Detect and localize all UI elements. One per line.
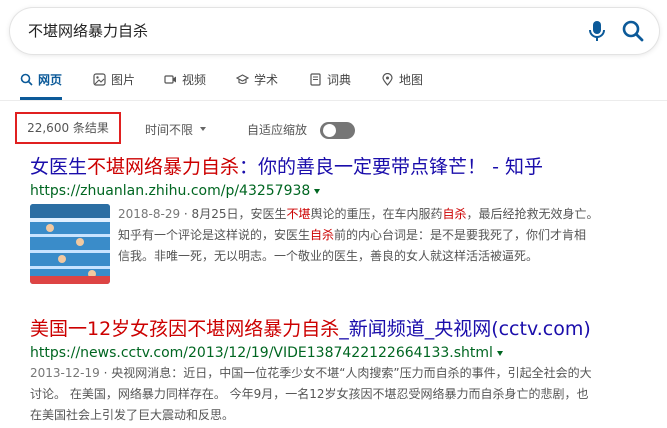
search-icon[interactable] [621,19,645,43]
microphone-icon[interactable] [586,19,608,43]
caret-down-icon[interactable] [314,188,321,194]
tab-dictionary[interactable]: 词典 [309,71,351,88]
snippet-highlight: 不堪 [286,207,311,221]
map-pin-icon [382,73,393,86]
title-text[interactable]: ：你的善良一定要带点锋芒！ - 知乎 [239,156,543,178]
snippet-highlight: 自杀 [310,228,335,242]
dictionary-icon [310,73,321,86]
tab-label: 网页 [38,73,63,87]
search-tabs: 网页 图片 视频 学术 词典 地图 [0,62,667,101]
snippet-text: · 央视网消息：近日，中国一位花季少女不堪“人肉搜索”压力而自杀的事件，引起全社… [99,366,592,380]
result-url[interactable]: https://zhuanlan.zhihu.com/p/43257938 [30,183,650,199]
title-text[interactable]: 美国一12岁女孩因 [30,318,187,340]
time-filter-dropdown[interactable]: 时间不限 [145,121,193,138]
title-highlight[interactable]: 不堪网络暴力自杀 [187,318,339,340]
snippet-line: 知乎有一个评论是这样说的，安医生自杀前的内心台词是：是不是要我死了，你们才肯相 [118,225,638,246]
academic-icon [236,74,249,85]
url-text[interactable]: https://news.cctv.com/2013/12/19/VIDE138… [30,345,493,361]
chevron-down-icon[interactable] [200,127,206,131]
result-thumbnail[interactable] [30,204,110,284]
adaptive-zoom-label: 自适应缩放 [247,123,308,137]
tab-maps[interactable]: 地图 [381,71,423,88]
snippet-text: 前的内心台词是：是不是要我死了，你们才肯相 [334,228,587,242]
title-text[interactable]: _新闻频道_央视网(cctv.com) [339,318,591,340]
snippet-line: 2018-8-29 · 8月25日，安医生不堪舆论的重压，在车内服药自杀，最后经… [118,204,638,225]
toggle-knob [323,124,336,137]
tab-academic[interactable]: 学术 [236,71,278,88]
snippet-line: 2013-12-19 · 央视网消息：近日，中国一位花季少女不堪“人肉搜索”压力… [30,363,650,384]
tab-label: 图片 [111,73,136,87]
url-text[interactable]: https://zhuanlan.zhihu.com/p/43257938 [30,183,310,199]
result-snippet: 2013-12-19 · 央视网消息：近日，中国一位花季少女不堪“人肉搜索”压力… [30,363,650,426]
title-highlight[interactable]: 不堪网络暴力自杀 [87,156,239,178]
result-title-link[interactable]: 女医生不堪网络暴力自杀：你的善良一定要带点锋芒！ - 知乎 [30,152,650,179]
search-bar[interactable]: 不堪网络暴力自杀 [10,8,659,54]
tab-videos[interactable]: 视频 [164,71,206,88]
snippet-text: ，最后经抢救无效身亡。 [466,207,599,221]
swimming-pool-image [30,204,110,284]
result-snippet: 2018-8-29 · 8月25日，安医生不堪舆论的重压，在车内服药自杀，最后经… [118,204,638,267]
tab-images[interactable]: 图片 [93,71,135,88]
image-icon [93,73,106,86]
caret-down-icon[interactable] [496,350,503,356]
result-date: 2013-12-19 [30,366,100,380]
result-count: 22,600 条结果 [15,112,121,144]
filter-bar: 22,600 条结果 时间不限 自适应缩放 [0,112,667,148]
search-result: 美国一12岁女孩因不堪网络暴力自杀_新闻频道_央视网(cctv.com) htt… [30,314,650,424]
snippet-text: · 8月25日，安医生 [180,207,287,221]
search-icon [20,73,33,86]
search-result: 女医生不堪网络暴力自杀：你的善良一定要带点锋芒！ - 知乎 https://zh… [30,152,650,292]
tab-label: 视频 [182,73,207,87]
snippet-line: 在美国社会上引发了巨大震动和反思。 [30,408,235,422]
snippet-text: 舆论的重压，在车内服药 [310,207,443,221]
tab-web[interactable]: 网页 [20,71,63,100]
snippet-highlight: 自杀 [442,207,467,221]
result-date: 2018-8-29 [118,207,181,221]
result-url[interactable]: https://news.cctv.com/2013/12/19/VIDE138… [30,345,650,361]
tab-label: 地图 [399,73,424,87]
tab-label: 词典 [327,73,352,87]
snippet-line: 信我。非唯一死，无以明志。一个敬业的医生，善良的女人就这样活活被逼死。 [118,249,539,263]
adaptive-zoom-toggle[interactable] [320,122,355,139]
snippet-line: 讨论。 在美国，网络暴力同样存在。 今年9月，一名12岁女孩因不堪忍受网络暴力而… [30,387,589,401]
video-icon [164,75,176,84]
result-title-link[interactable]: 美国一12岁女孩因不堪网络暴力自杀_新闻频道_央视网(cctv.com) [30,314,650,341]
snippet-text: 知乎有一个评论是这样说的，安医生 [118,228,311,242]
search-input[interactable]: 不堪网络暴力自杀 [28,20,148,41]
title-text[interactable]: 女医生 [30,156,87,178]
tab-label: 学术 [254,73,279,87]
